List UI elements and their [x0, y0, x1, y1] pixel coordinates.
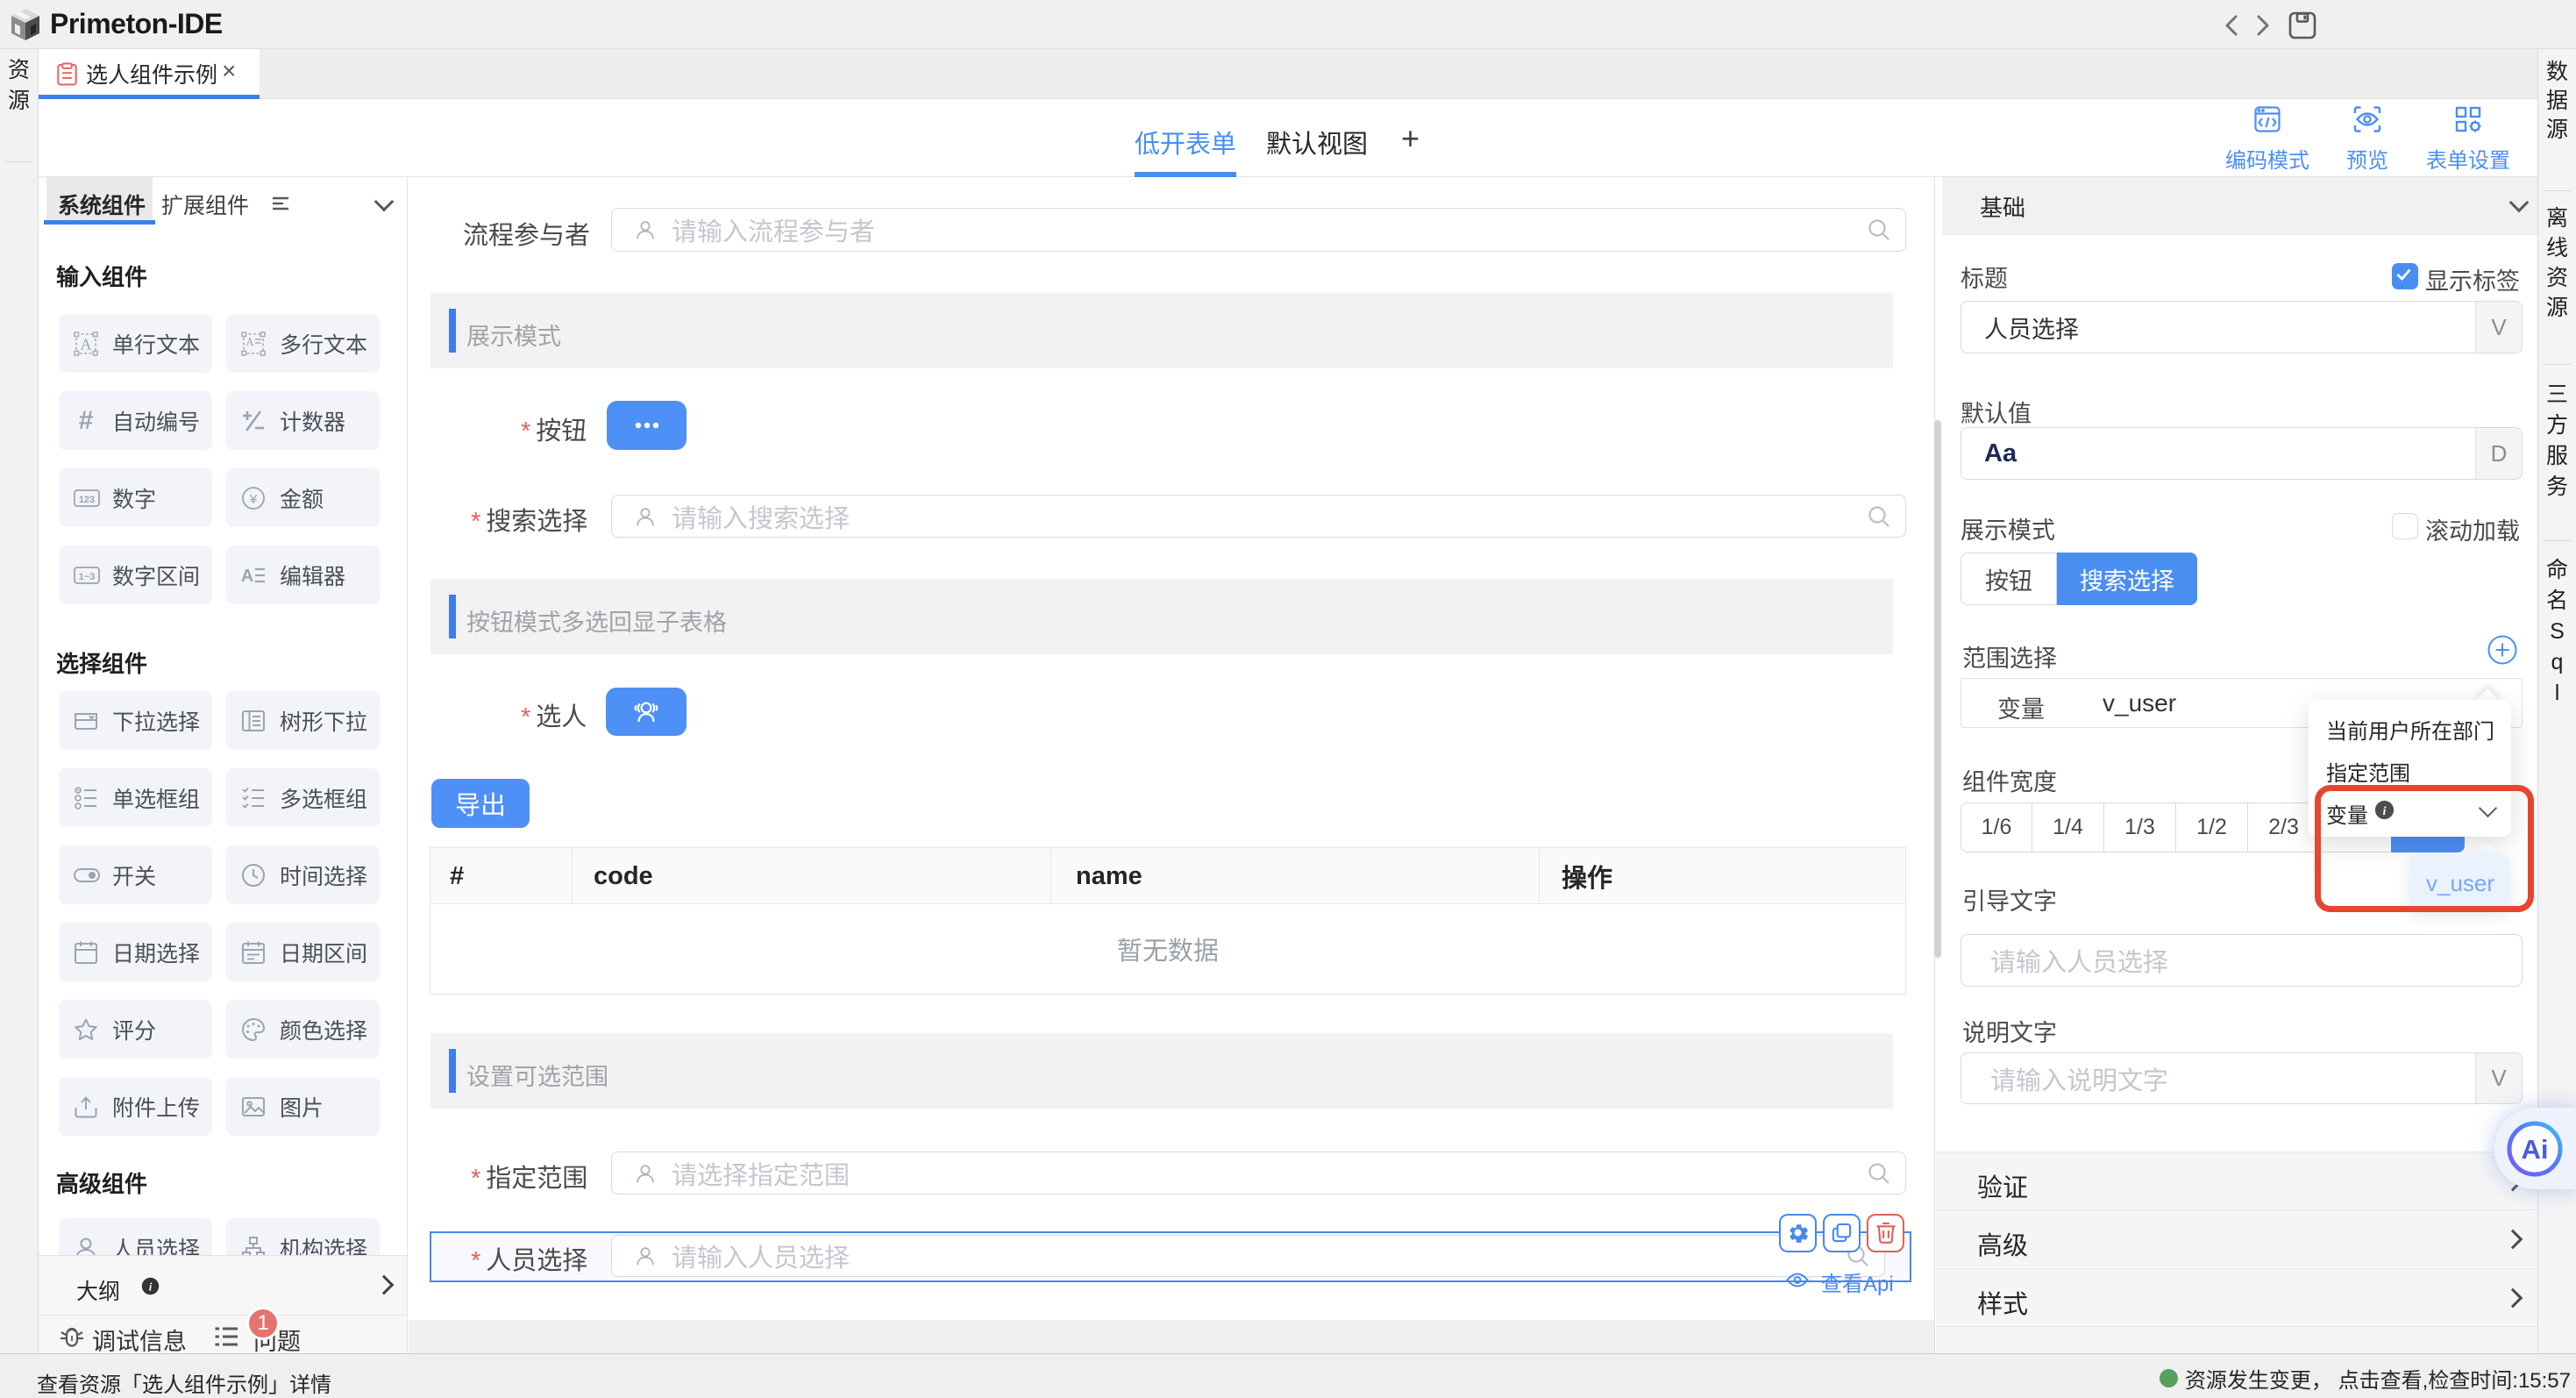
svg-text:1~3: 1~3 [79, 572, 96, 582]
svg-text:Ai: Ai [2522, 1134, 2549, 1165]
svg-text:¥: ¥ [249, 492, 258, 507]
svg-text:i: i [149, 1280, 153, 1293]
svg-text:A: A [241, 567, 253, 586]
svg-text:A: A [81, 335, 92, 353]
svg-text:A: A [246, 335, 254, 348]
svg-text:123: 123 [79, 495, 95, 505]
